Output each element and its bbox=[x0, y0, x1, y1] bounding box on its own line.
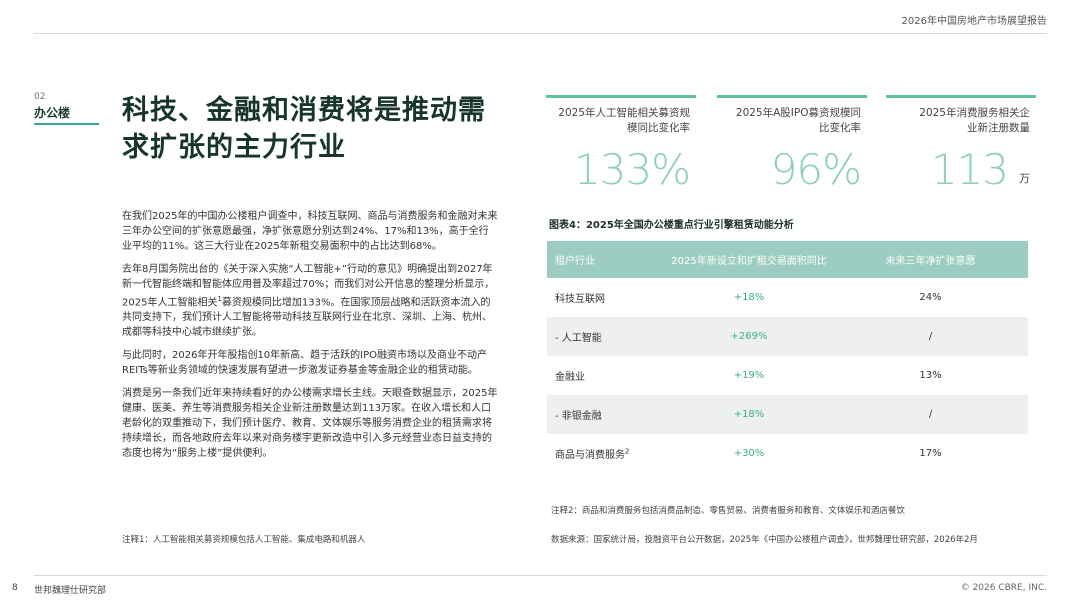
stat-value: 96% bbox=[770, 145, 862, 194]
footer-org: 世邦魏理仕研究部 bbox=[34, 586, 107, 596]
cell-yoy: +18% bbox=[733, 409, 765, 420]
section-name: 办公楼 bbox=[34, 106, 71, 120]
cell-yoy: +269% bbox=[730, 331, 768, 342]
stat-ipo-funding: 2025年A股IPO募资规模同比变化率 96% bbox=[717, 95, 867, 194]
data-source: 数据来源：国家统计局，投融资平台公开数据，2025年《中国办公楼租户调查》，世邦… bbox=[551, 535, 978, 545]
table-row: 金融业 +19% 13% bbox=[547, 356, 1028, 395]
bottom-divider bbox=[34, 575, 1047, 576]
header-intent: 未来三年净扩张意愿 bbox=[885, 256, 976, 267]
top-divider bbox=[34, 33, 1047, 34]
stat-accent-bar bbox=[886, 95, 1036, 98]
cell-intent: 17% bbox=[919, 448, 942, 459]
cell-industry: 金融业 bbox=[555, 372, 585, 383]
stat-unit: 万 bbox=[1019, 172, 1030, 185]
industry-name: 商品与消费服务 bbox=[555, 450, 625, 461]
stat-consumer-registrations: 2025年消费服务相关企业新注册数量 113 万 bbox=[886, 95, 1036, 194]
cell-yoy: +18% bbox=[733, 292, 765, 303]
stat-ai-funding: 2025年人工智能相关募资规模同比变化率 133% bbox=[546, 95, 696, 194]
stat-label: 2025年消费服务相关企业新注册数量 bbox=[919, 107, 1030, 134]
table-row: 商品与消费服务2 +30% 17% bbox=[547, 434, 1028, 473]
stat-accent-bar bbox=[717, 95, 867, 98]
stat-value: 113 bbox=[930, 145, 1009, 194]
cell-intent: / bbox=[928, 331, 933, 342]
cell-industry: - 非银金融 bbox=[555, 411, 602, 422]
footnote-ref-2: 2 bbox=[625, 447, 630, 456]
figure-title: 图表4：2025年全国办公楼重点行业引擎租赁动能分析 bbox=[549, 220, 794, 231]
cell-intent: / bbox=[928, 409, 933, 420]
paragraph-4: 消费是另一条我们近年来持续看好的办公楼需求增长主线。天眼查数据显示，2025年健… bbox=[122, 388, 498, 460]
report-title: 2026年中国房地产市场展望报告 bbox=[901, 16, 1047, 27]
stat-value: 133% bbox=[573, 145, 691, 194]
table-row: - 非银金融 +18% / bbox=[547, 395, 1028, 434]
page-headline: 科技、金融和消费将是推动需求扩张的主力行业 bbox=[122, 95, 486, 163]
stat-label: 2025年A股IPO募资规模同比变化率 bbox=[735, 107, 861, 134]
header-industry: 租户行业 bbox=[555, 256, 595, 267]
cell-industry: - 人工智能 bbox=[555, 333, 602, 344]
paragraph-2: 去年8月国务院出台的《关于深入实施“人工智能+”行动的意见》明确提出到2027年… bbox=[122, 262, 498, 340]
copyright: © 2026 CBRE, INC. bbox=[960, 583, 1047, 593]
section-number: 02 bbox=[34, 92, 46, 102]
page-number: 8 bbox=[12, 583, 18, 593]
body-text: 在我们2025年的中国办公楼租户调查中，科技互联网、商品与消费服务和金融对未来三… bbox=[122, 209, 498, 469]
industry-table: 租户行业 2025年新设立和扩租交易面积同比 未来三年净扩张意愿 科技互联网 +… bbox=[547, 241, 1028, 473]
stat-accent-bar bbox=[546, 95, 696, 98]
stat-label: 2025年人工智能相关募资规模同比变化率 bbox=[558, 107, 690, 134]
cell-intent: 13% bbox=[919, 370, 942, 381]
table-row: - 人工智能 +269% / bbox=[547, 317, 1028, 356]
paragraph-1: 在我们2025年的中国办公楼租户调查中，科技互联网、商品与消费服务和金融对未来三… bbox=[122, 211, 498, 252]
cell-yoy: +19% bbox=[733, 370, 765, 381]
table-row: 科技互联网 +18% 24% bbox=[547, 278, 1028, 317]
paragraph-3: 与此同时，2026年开年股指创10年新高、趋于活跃的IPO融资市场以及商业不动产… bbox=[122, 350, 488, 377]
cell-yoy: +30% bbox=[733, 448, 765, 459]
table-header: 租户行业 2025年新设立和扩租交易面积同比 未来三年净扩张意愿 bbox=[547, 241, 1028, 278]
section-underline bbox=[34, 123, 99, 125]
cell-industry: 商品与消费服务2 bbox=[547, 446, 665, 461]
cell-intent: 24% bbox=[919, 292, 942, 303]
footnote-1: 注释1：人工智能相关募资规模包括人工智能、集成电路和机器人 bbox=[122, 535, 366, 545]
footnote-2: 注释2：商品和消费服务包括消费品制造、零售贸易、消费者服务和教育、文体娱乐和酒店… bbox=[551, 506, 905, 516]
header-yoy: 2025年新设立和扩租交易面积同比 bbox=[671, 256, 827, 267]
cell-industry: 科技互联网 bbox=[555, 294, 605, 305]
